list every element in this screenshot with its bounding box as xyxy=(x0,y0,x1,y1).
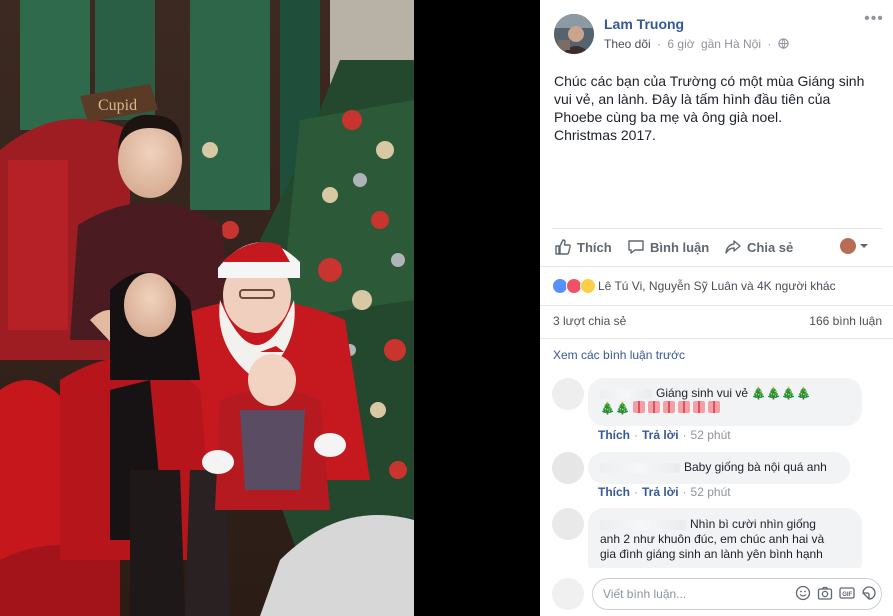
gift-emoji-icon xyxy=(663,401,676,413)
post-photo[interactable]: Cupid xyxy=(0,0,414,616)
comment-like-link[interactable]: Thích xyxy=(598,485,630,499)
comment-item: Baby giống bà nội quá anh Thích · Trả lời ·… xyxy=(552,452,882,502)
author-name[interactable]: Lam Truong xyxy=(604,16,684,32)
post-text: Chúc các bạn của Trường có một mùa Giáng… xyxy=(554,72,884,144)
comment-actions: Thích · Trả lời · 52 phút xyxy=(598,428,731,442)
commenter-avatar[interactable] xyxy=(552,508,584,540)
gift-emoji-icon xyxy=(708,401,721,413)
christmas-family-photo: Cupid xyxy=(0,0,414,616)
tree-emoji-icon: 🎄🎄🎄🎄 xyxy=(751,386,812,400)
commenter-avatar[interactable] xyxy=(552,378,584,410)
post-text-line: vui vẻ, an lành. Đây là tấm hình đầu tiê… xyxy=(554,91,831,107)
comment-item: Giáng sinh vui vẻ 🎄🎄🎄🎄 🎄🎄 Thích · Trả lời ·… xyxy=(552,378,882,444)
commenter-name[interactable] xyxy=(600,462,680,473)
commenter-name[interactable] xyxy=(600,519,686,530)
gift-emoji-icon xyxy=(693,401,706,413)
haha-icon xyxy=(580,278,596,294)
sticker-icon[interactable] xyxy=(861,585,877,601)
comment-text-line: anh 2 như khuôn đúc, em chúc anh hai và xyxy=(600,532,825,546)
comment-bubble: Baby giống bà nội quá anh xyxy=(588,452,850,484)
comment-text: Giáng sinh vui vẻ xyxy=(656,386,749,400)
view-previous-comments-link[interactable]: Xem các bình luận trước xyxy=(553,348,685,362)
comment-reply-link[interactable]: Trả lời xyxy=(642,428,679,442)
post-header: Lam Truong Theo dõi · 6 giờ gần Hà Nội ·… xyxy=(554,11,884,54)
like-button[interactable]: Thích xyxy=(554,237,612,257)
post-side-panel: Lam Truong Theo dõi · 6 giờ gần Hà Nội ·… xyxy=(540,0,893,616)
share-count[interactable]: 3 lượt chia sẻ xyxy=(553,314,626,328)
author-avatar[interactable] xyxy=(554,14,594,54)
comment-icon xyxy=(628,240,644,254)
reactions-summary[interactable]: Lê Tú Vi, Nguyễn Sỹ Luân và 4K người khá… xyxy=(552,276,836,296)
comment-actions: Thích · Trả lời · 52 phút xyxy=(598,485,731,499)
follow-link[interactable]: Theo dõi xyxy=(604,37,651,51)
svg-text:Cupid: Cupid xyxy=(98,97,137,114)
emoji-icon[interactable] xyxy=(795,585,811,601)
comment-bubble: Giáng sinh vui vẻ 🎄🎄🎄🎄 🎄🎄 xyxy=(588,378,862,426)
gift-emoji-icon xyxy=(678,401,691,413)
comment-button[interactable]: Bình luận xyxy=(627,237,709,257)
post-stats: 3 lượt chia sẻ 166 bình luận xyxy=(552,314,882,332)
commenter-avatar[interactable] xyxy=(552,452,584,484)
gift-emoji-icon xyxy=(648,401,661,413)
post-text-line: Christmas 2017. xyxy=(554,127,656,143)
post-location[interactable]: gần Hà Nội xyxy=(701,37,761,51)
chevron-down-icon xyxy=(860,244,868,248)
react-as-selector[interactable] xyxy=(840,236,874,256)
ellipsis-icon[interactable]: ••• xyxy=(864,11,884,30)
like-label: Thích xyxy=(577,239,612,255)
comment-time[interactable]: 52 phút xyxy=(691,428,731,442)
divider xyxy=(540,338,893,339)
svg-text:GIF: GIF xyxy=(842,592,852,598)
comment-time[interactable]: 52 phút xyxy=(691,485,731,499)
comment-text-line: Nhìn bì cười nhìn giống xyxy=(690,517,816,531)
composer-tools: GIF xyxy=(795,585,877,601)
page-avatar-icon xyxy=(840,238,856,254)
camera-icon[interactable] xyxy=(817,585,833,601)
post-action-bar: Thích Bình luận Chia sẻ xyxy=(552,228,882,262)
meta-separator: · xyxy=(767,37,772,51)
post-time[interactable]: 6 giờ xyxy=(667,37,694,51)
thumbs-up-icon xyxy=(555,239,571,255)
gift-emoji-icon xyxy=(633,401,646,413)
divider xyxy=(540,266,893,267)
post-text-line: Chúc các bạn của Trường có một mùa Giáng… xyxy=(554,73,865,89)
reactors-text[interactable]: Lê Tú Vi, Nguyễn Sỹ Luân và 4K người khá… xyxy=(598,279,836,293)
post-text-line: Phoebe cùng ba mẹ và ông già noel. xyxy=(554,109,783,125)
globe-icon[interactable] xyxy=(778,37,789,51)
reaction-icons xyxy=(552,278,596,294)
comment-count[interactable]: 166 bình luận xyxy=(809,314,882,328)
comment-bubble: Nhìn bì cười nhìn giống anh 2 như khuôn … xyxy=(588,508,862,568)
share-label: Chia sẻ xyxy=(747,239,794,255)
commenter-name[interactable] xyxy=(600,388,652,399)
divider xyxy=(540,305,893,306)
comment-composer: GIF xyxy=(552,574,885,614)
share-icon xyxy=(725,240,741,254)
comment-reply-link[interactable]: Trả lời xyxy=(642,485,679,499)
user-avatar xyxy=(552,578,584,610)
comment-item: Nhìn bì cười nhìn giống anh 2 như khuôn … xyxy=(552,508,882,568)
author-avatar-image xyxy=(554,14,594,54)
comment-text: Baby giống bà nội quá anh xyxy=(684,460,827,474)
meta-separator: · xyxy=(657,37,662,51)
photo-viewer-backdrop xyxy=(414,0,540,616)
share-button[interactable]: Chia sẻ xyxy=(724,237,793,257)
comment-like-link[interactable]: Thích xyxy=(598,428,630,442)
gif-icon[interactable]: GIF xyxy=(839,585,855,601)
tree-emoji-icon: 🎄🎄 xyxy=(600,401,630,415)
comment-text-line: gia đình giáng sinh an lành yên bình hạn… xyxy=(600,547,823,561)
post-meta: Theo dõi · 6 giờ gần Hà Nội · xyxy=(604,37,792,51)
comment-label: Bình luận xyxy=(650,239,710,255)
